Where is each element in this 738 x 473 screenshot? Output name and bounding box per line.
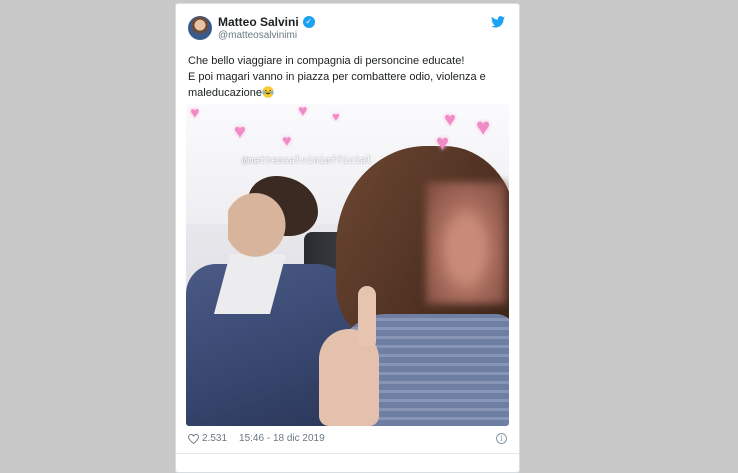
tweet-card: Matteo Salvini ✓ @matteosalvinimi Che be… bbox=[175, 3, 520, 473]
footer-divider bbox=[176, 453, 519, 454]
twitter-bird-icon[interactable] bbox=[491, 16, 505, 28]
like-count[interactable]: 2.531 bbox=[202, 433, 227, 444]
face-with-tears-of-joy-icon bbox=[262, 86, 274, 98]
tweet-text-line-2: E poi magari vanno in piazza per combatt… bbox=[188, 71, 486, 83]
info-icon[interactable]: i bbox=[496, 433, 507, 444]
heart-sticker-icon: ♥ bbox=[234, 121, 246, 143]
heart-sticker-icon: ♥ bbox=[282, 133, 292, 150]
tweet-photo[interactable]: ♥ ♥ ♥ ♥ ♥ ♥ ♥ ♥ @matteosalviniofficial bbox=[186, 104, 509, 426]
heart-sticker-icon: ♥ bbox=[444, 109, 456, 131]
tweet-text-line-1: Che bello viaggiare in compagnia di pers… bbox=[188, 55, 465, 67]
verified-badge-icon: ✓ bbox=[302, 16, 315, 28]
tweet-text: Che bello viaggiare in compagnia di pers… bbox=[188, 53, 510, 101]
heart-sticker-icon: ♥ bbox=[476, 114, 491, 141]
heart-sticker-icon: ♥ bbox=[332, 109, 340, 124]
tweet-timestamp[interactable]: 15:46 - 18 dic 2019 bbox=[239, 433, 325, 444]
author-name-row: Matteo Salvini ✓ bbox=[218, 15, 315, 29]
heart-sticker-icon: ♥ bbox=[298, 104, 308, 120]
raised-finger bbox=[358, 286, 376, 346]
heart-sticker-icon: ♥ bbox=[190, 105, 200, 122]
author-handle[interactable]: @matteosalvinimi bbox=[218, 30, 297, 41]
man-face bbox=[228, 182, 296, 260]
author-avatar[interactable] bbox=[188, 16, 212, 40]
tweet-footer: 2.531 15:46 - 18 dic 2019 bbox=[188, 433, 325, 444]
heart-sticker-icon: ♥ bbox=[436, 130, 450, 155]
tweet-text-line-3: maleducazione bbox=[188, 87, 262, 99]
author-name[interactable]: Matteo Salvini bbox=[218, 15, 299, 29]
photo-watermark: @matteosalviniofficial bbox=[242, 156, 373, 166]
tweet-text-line-3-wrap: maleducazione bbox=[188, 85, 510, 101]
heart-outline-icon[interactable] bbox=[188, 433, 199, 444]
blurred-face bbox=[426, 182, 506, 304]
